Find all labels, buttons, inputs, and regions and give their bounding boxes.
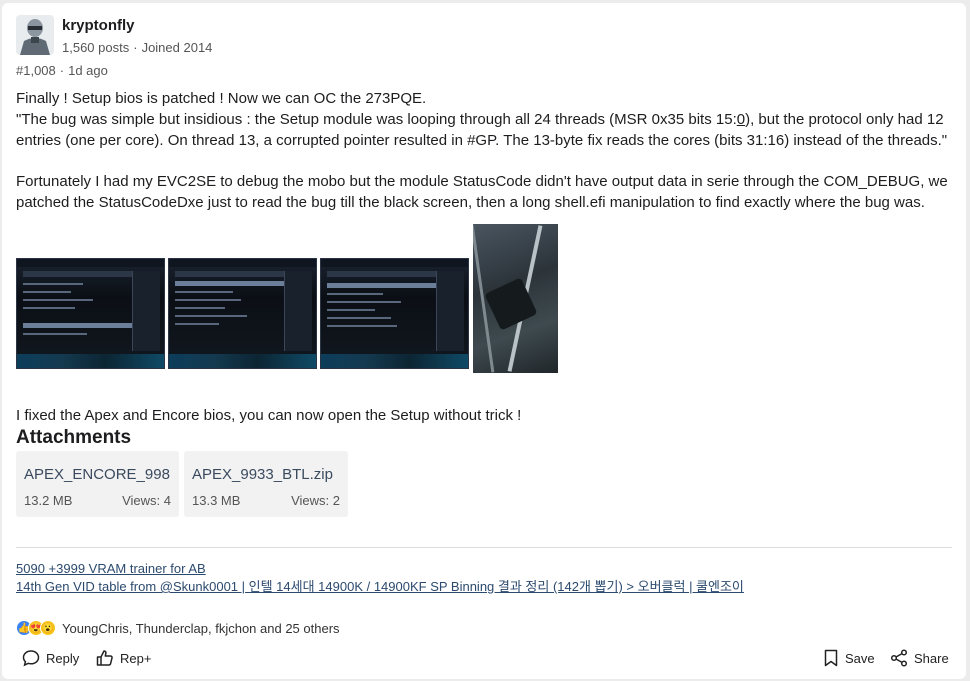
join-date: Joined 2014 [141, 40, 213, 55]
attachment-size: 13.2 MB [24, 493, 73, 508]
bios-screenshot-1[interactable] [16, 258, 165, 369]
inline-link[interactable]: 0 [737, 111, 745, 128]
user-info: kryptonfly 1,560 posts · Joined 2014 [62, 15, 212, 59]
attachment-views: Views: 4 [122, 493, 171, 508]
rep-label: Rep+ [120, 650, 152, 666]
signature: 5090 +3999 VRAM trainer for AB 14th Gen … [16, 560, 744, 596]
signature-link[interactable]: 5090 +3999 VRAM trainer for AB [16, 561, 206, 576]
reply-icon [22, 650, 40, 667]
wow-icon: 😮 [40, 620, 56, 636]
save-label: Save [845, 650, 875, 666]
reply-label: Reply [46, 650, 80, 666]
attachment-size: 13.3 MB [192, 493, 241, 508]
separator-dot: · [59, 63, 65, 78]
reaction-icons: 👍 😍 😮 [16, 620, 56, 636]
reply-button[interactable]: Reply [22, 646, 79, 670]
share-icon [890, 649, 908, 667]
post-age: 1d ago [68, 63, 108, 78]
username[interactable]: kryptonfly [62, 17, 212, 34]
user-meta: 1,560 posts · Joined 2014 [62, 40, 212, 55]
thumbs-up-icon [96, 650, 113, 666]
post-number[interactable]: #1,008 [16, 63, 56, 78]
bios-screenshot-3[interactable] [320, 258, 469, 369]
hardware-photo[interactable] [473, 224, 558, 373]
body-line: I fixed the Apex and Encore bios, you ca… [16, 407, 522, 424]
post-actions: Reply Rep+ Save Share [22, 646, 952, 670]
body-quote: "The bug was simple but insidious : the … [16, 110, 948, 149]
post-header: kryptonfly 1,560 posts · Joined 2014 [16, 15, 212, 59]
attachment-item[interactable]: APEX_ENCORE_998... 13.2 MB Views: 4 [16, 451, 179, 517]
post-count: 1,560 posts [62, 40, 130, 55]
share-button[interactable]: Share [890, 646, 949, 670]
reactions-list[interactable]: YoungChris, Thunderclap, fkjchon and 25 … [62, 621, 340, 636]
attachments-heading: Attachments [16, 427, 132, 448]
avatar[interactable] [16, 15, 54, 55]
signature-link[interactable]: 14th Gen VID table from @Skunk0001 | 인텔 … [16, 579, 744, 594]
body-line: Finally ! Setup bios is patched ! Now we… [16, 90, 427, 107]
post-body: Finally ! Setup bios is patched ! Now we… [16, 89, 951, 214]
rep-button[interactable]: Rep+ [96, 646, 151, 670]
share-label: Share [914, 650, 949, 666]
post-meta: #1,008 · 1d ago [16, 63, 108, 78]
save-button[interactable]: Save [823, 646, 875, 670]
separator-dot: · [133, 40, 138, 55]
attachment-name[interactable]: APEX_9933_BTL.zip [192, 466, 340, 483]
forum-post-card: kryptonfly 1,560 posts · Joined 2014 #1,00… [2, 3, 966, 679]
signature-divider [16, 547, 952, 548]
body-paragraph: Fortunately I had my EVC2SE to debug the… [16, 173, 948, 212]
attachment-item[interactable]: APEX_9933_BTL.zip 13.3 MB Views: 2 [184, 451, 348, 517]
bios-screenshot-2[interactable] [168, 258, 317, 369]
attachment-name[interactable]: APEX_ENCORE_998... [24, 466, 171, 483]
reactions-bar[interactable]: 👍 😍 😮 YoungChris, Thunderclap, fkjchon a… [16, 620, 340, 636]
attachment-views: Views: 2 [291, 493, 340, 508]
bookmark-icon [824, 649, 838, 667]
